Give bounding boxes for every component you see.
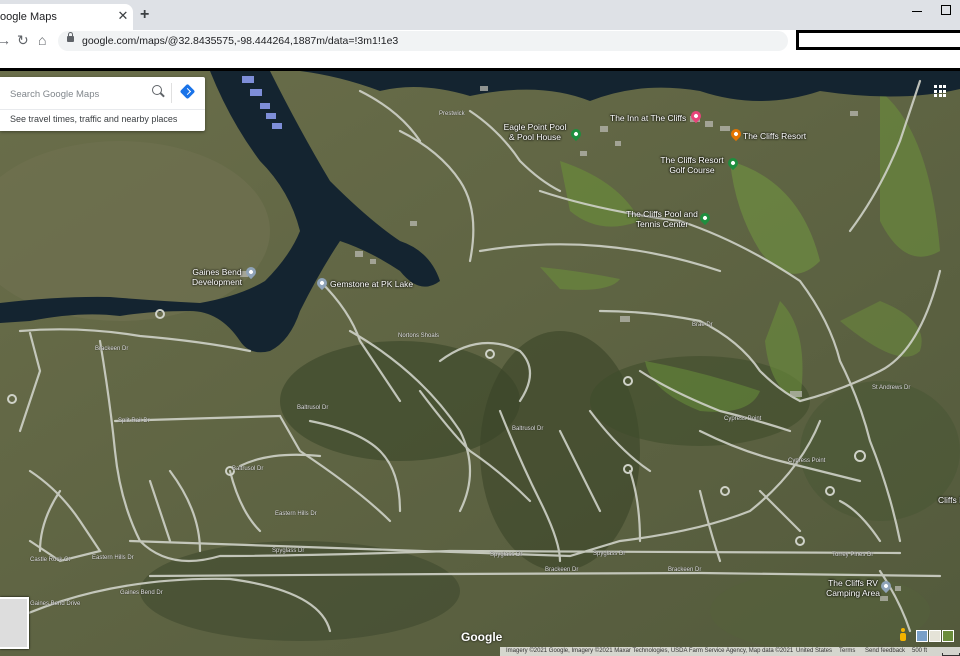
pegman-icon[interactable] <box>898 628 908 642</box>
attribution-bar: Imagery ©2021 Google, Imagery ©2021 Maxa… <box>500 647 960 656</box>
place-label-resort[interactable]: The Cliffs Resort <box>743 131 806 141</box>
street-label: Brackeen Dr <box>545 567 579 573</box>
apps-grid-icon[interactable] <box>934 85 946 97</box>
search-box: See travel times, traffic and nearby pla… <box>0 77 205 131</box>
street-label: Gaines Bend Drive <box>30 601 81 607</box>
street-label: Castle Rock Ct <box>30 557 71 563</box>
street-label: Spyglass Dr <box>593 551 626 557</box>
street-label: Cypress Point <box>724 416 762 422</box>
place-label-eagle-point[interactable]: Eagle Point Pool & Pool House <box>500 122 570 142</box>
street-label: Brackeen Dr <box>95 346 129 352</box>
street-label: Baltrusol Dr <box>232 466 264 472</box>
url-text[interactable]: google.com/maps/@32.8435575,-98.444264,1… <box>82 35 398 47</box>
home-icon[interactable]: ⌂ <box>38 32 46 48</box>
reload-icon[interactable]: ↻ <box>17 32 29 48</box>
search-icon[interactable] <box>152 85 162 95</box>
street-label: Spyglass Dr <box>490 552 523 558</box>
street-label: Nortons Shoals <box>398 333 440 339</box>
google-logo: Google <box>461 630 503 644</box>
street-label: Cypress Point <box>788 458 826 464</box>
browser-tab[interactable]: oogle Maps ✕ <box>0 4 133 30</box>
street-label: Prestwick <box>439 111 465 117</box>
new-tab-icon[interactable]: + <box>140 7 149 23</box>
search-separator <box>171 83 172 103</box>
street-label: Gaines Bend Dr <box>120 590 163 596</box>
street-label: Spyglass Dr <box>272 548 305 554</box>
browser-toolbar: → ↻ ⌂ google.com/maps/@32.8435575,-98.44… <box>0 30 960 52</box>
street-label: Baltrusol Dr <box>512 426 544 432</box>
satellite-imagery <box>0 71 960 656</box>
country-link[interactable]: United States <box>796 647 832 656</box>
map-type-tile-icon[interactable] <box>942 630 954 642</box>
satellite-map[interactable]: See travel times, traffic and nearby pla… <box>0 71 960 656</box>
travel-hint-link[interactable]: See travel times, traffic and nearby pla… <box>10 114 177 124</box>
search-input[interactable] <box>10 86 140 102</box>
place-label-gemstone[interactable]: Gemstone at PK Lake <box>330 279 413 289</box>
map-type-tile-icon[interactable] <box>916 630 928 642</box>
street-label: Split Rail Dr <box>118 418 150 424</box>
layers-toggle[interactable] <box>0 597 29 649</box>
place-label-gaines-bend[interactable]: Gaines Bend Development <box>188 267 246 287</box>
street-label: Brackeen Dr <box>668 567 702 573</box>
street-label: Brae Dr <box>692 322 713 328</box>
close-tab-icon[interactable]: ✕ <box>117 9 129 23</box>
maximize-icon[interactable] <box>941 5 951 15</box>
address-bar[interactable]: google.com/maps/@32.8435575,-98.444264,1… <box>58 31 788 51</box>
scale-label[interactable]: 500 ft <box>912 647 927 656</box>
lock-icon <box>67 32 74 42</box>
street-label: St Andrews Dr <box>872 385 911 391</box>
street-label: Eastern Hills Dr <box>275 511 317 517</box>
directions-icon[interactable] <box>179 83 196 100</box>
imagery-attribution: Imagery ©2021 Google, Imagery ©2021 Maxa… <box>506 648 794 654</box>
place-label-rv[interactable]: The Cliffs RV Camping Area <box>822 578 884 598</box>
redacted-area-inner <box>799 33 960 47</box>
place-label-inn[interactable]: The Inn at The Cliffs <box>610 113 686 123</box>
place-label-golf[interactable]: The Cliffs Resort Golf Course <box>655 155 729 175</box>
tab-bar: oogle Maps ✕ + <box>0 0 960 30</box>
place-label-cliffs-edge[interactable]: Cliffs E <box>938 495 960 505</box>
search-divider <box>0 109 205 110</box>
minimize-icon[interactable] <box>912 6 922 16</box>
tab-title: oogle Maps <box>0 11 57 23</box>
place-label-tennis[interactable]: The Cliffs Pool and Tennis Center <box>625 209 699 229</box>
street-label: Torrey Pines Dr <box>832 552 874 558</box>
street-label: Eastern Hills Dr <box>92 555 134 561</box>
back-arrow-icon[interactable]: → <box>0 32 11 48</box>
map-type-tile-icon[interactable] <box>929 630 941 642</box>
terms-link[interactable]: Terms <box>839 647 855 656</box>
street-label: Baltrusol Dr <box>297 405 329 411</box>
feedback-link[interactable]: Send feedback <box>865 647 905 656</box>
